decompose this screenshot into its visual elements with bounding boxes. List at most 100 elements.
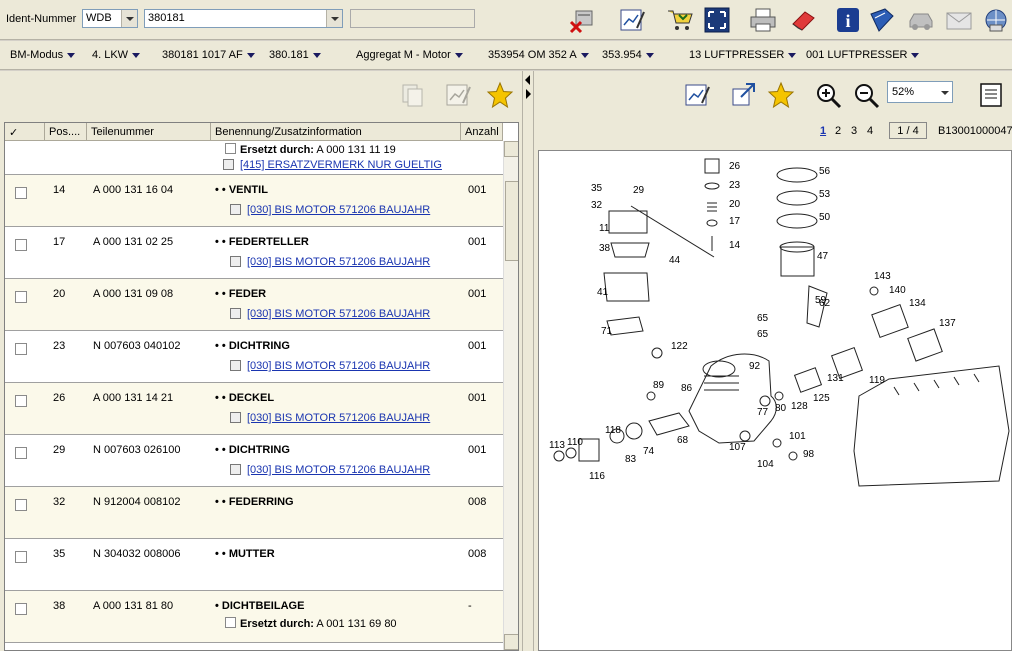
shopping-cart-icon[interactable] <box>665 6 695 34</box>
breadcrumb-vehicle-class[interactable]: 4. LKW <box>92 49 141 61</box>
breadcrumb-subgroup[interactable]: 001 LUFTPRESSER <box>806 49 920 61</box>
callout-label[interactable]: 35 <box>591 183 603 194</box>
ident-number-input[interactable]: 380181 <box>144 9 343 28</box>
table-row[interactable]: 17 A 000 131 02 25 • • FEDERTELLER 001 [030]… <box>5 227 503 279</box>
panel-splitter[interactable] <box>522 71 534 651</box>
callout-label[interactable]: 14 <box>729 240 741 251</box>
column-header-quantity[interactable]: Anzahl <box>461 123 503 141</box>
column-header-description[interactable]: Benennung/Zusatzinformation <box>211 123 461 141</box>
callout-label[interactable]: 77 <box>757 407 769 418</box>
callout-label[interactable]: 113 <box>549 440 565 451</box>
callout-label[interactable]: 26 <box>729 161 741 172</box>
callout-label[interactable]: 140 <box>889 285 906 296</box>
eraser-icon[interactable] <box>788 6 818 34</box>
callout-label[interactable]: 17 <box>729 216 741 227</box>
table-row[interactable]: 38 A 000 131 81 80 • DICHTBEILAGE - Ersetzt … <box>5 591 503 643</box>
row-checkbox[interactable] <box>15 603 27 615</box>
network-help-icon[interactable] <box>981 6 1011 34</box>
callout-label[interactable]: 71 <box>601 326 613 337</box>
callout-label[interactable]: 143 <box>874 271 891 282</box>
scroll-up-button[interactable] <box>504 141 518 157</box>
callout-label[interactable]: 23 <box>729 180 741 191</box>
breadcrumb-engine-type[interactable]: 353.954 <box>602 49 654 61</box>
breadcrumb-mode[interactable]: BM-Modus <box>10 49 76 61</box>
breadcrumb-model[interactable]: 380181 1017 AF <box>162 49 255 61</box>
table-row[interactable]: 20 A 000 131 09 08 • • FEDER 001 [030] BIS M… <box>5 279 503 331</box>
table-row[interactable]: 23 N 007603 040102 • • DICHTRING 001 [030] B… <box>5 331 503 383</box>
note-link[interactable]: [030] BIS MOTOR 571206 BAUJAHR <box>230 412 430 424</box>
table-row[interactable]: 29 N 007603 026100 • • DICHTRING 001 [030] B… <box>5 435 503 487</box>
printer-icon[interactable] <box>748 6 778 34</box>
mail-icon[interactable] <box>944 6 974 34</box>
callout-label[interactable]: 107 <box>729 442 746 453</box>
note-link[interactable]: [030] BIS MOTOR 571206 BAUJAHR <box>230 464 430 476</box>
exploded-parts-drawing[interactable]: 26 23 20 17 14 35 29 32 11 38 44 41 71 56 53 50 47 143 140… <box>538 150 1012 651</box>
info-icon[interactable]: i <box>833 6 863 34</box>
delete-print-icon[interactable] <box>568 6 598 34</box>
open-external-icon[interactable] <box>729 81 759 109</box>
callout-label[interactable]: 11 <box>599 223 610 234</box>
row-checkbox[interactable] <box>15 291 27 303</box>
row-checkbox[interactable] <box>15 551 27 563</box>
column-header-part-number[interactable]: Teilenummer <box>87 123 211 141</box>
breadcrumb-engine[interactable]: 353954 OM 352 A <box>488 49 589 61</box>
row-checkbox[interactable] <box>15 187 27 199</box>
favorite-star-icon[interactable] <box>766 81 796 109</box>
note-link[interactable]: [030] BIS MOTOR 571206 BAUJAHR <box>230 308 430 320</box>
callout-label[interactable]: 98 <box>803 449 815 460</box>
callout-label[interactable]: 131 <box>827 373 844 384</box>
note-link[interactable]: [030] BIS MOTOR 571206 BAUJAHR <box>230 256 430 268</box>
callout-label[interactable]: 38 <box>599 243 611 254</box>
page-link-3[interactable]: 3 <box>851 125 857 137</box>
callout-label[interactable]: 62 <box>819 298 831 309</box>
callout-label[interactable]: 104 <box>757 459 774 470</box>
callout-label[interactable]: 125 <box>813 393 830 404</box>
breadcrumb-type[interactable]: 380.181 <box>269 49 321 61</box>
chevron-down-icon[interactable] <box>941 91 949 95</box>
callout-label[interactable]: 118 <box>605 425 621 436</box>
callout-label[interactable]: 134 <box>909 298 926 309</box>
callout-label[interactable]: 68 <box>677 435 689 446</box>
manual-book-icon[interactable] <box>867 6 897 34</box>
callout-label[interactable]: 110 <box>567 437 583 448</box>
parts-scrollbar[interactable] <box>503 141 518 650</box>
callout-label[interactable]: 80 <box>775 403 787 414</box>
callout-label[interactable]: 128 <box>791 401 808 412</box>
zoom-out-icon[interactable] <box>852 81 882 109</box>
callout-label[interactable]: 56 <box>819 166 831 177</box>
row-checkbox[interactable] <box>15 239 27 251</box>
table-row[interactable]: 32 N 912004 008102 • • FEDERRING 008 <box>5 487 503 539</box>
callout-label[interactable]: 29 <box>633 185 645 196</box>
page-link-1[interactable]: 1 <box>820 125 826 137</box>
callout-label[interactable]: 47 <box>817 251 829 262</box>
fullscreen-icon[interactable] <box>702 6 732 34</box>
zoom-level-select[interactable]: 52% <box>887 81 953 103</box>
row-checkbox[interactable] <box>15 395 27 407</box>
column-header-position[interactable]: Pos.... <box>45 123 87 141</box>
scroll-thumb[interactable] <box>505 181 518 261</box>
breadcrumb-aggregate[interactable]: Aggregat M - Motor <box>356 49 463 61</box>
callout-label[interactable]: 83 <box>625 454 637 465</box>
chevron-down-icon[interactable] <box>326 10 342 27</box>
favorite-star-icon[interactable] <box>485 81 515 109</box>
callout-label[interactable]: 89 <box>653 380 665 391</box>
row-checkbox[interactable] <box>15 499 27 511</box>
callout-label[interactable]: 101 <box>789 431 806 442</box>
zoom-in-icon[interactable] <box>814 81 844 109</box>
callout-label[interactable]: 116 <box>589 471 605 482</box>
edit-chart-icon[interactable] <box>682 81 712 109</box>
vehicle-prefix-select[interactable]: WDB <box>82 9 138 28</box>
callout-label[interactable]: 65 <box>757 329 769 340</box>
edit-chart-icon[interactable] <box>443 81 473 109</box>
row-checkbox[interactable] <box>15 447 27 459</box>
document-list-icon[interactable] <box>976 81 1006 109</box>
table-row[interactable]: Ersetzt durch: A 000 131 11 19 [415] ERS… <box>5 141 503 175</box>
callout-label[interactable]: 41 <box>597 287 609 298</box>
callout-label[interactable]: 53 <box>819 189 831 200</box>
callout-label[interactable]: 137 <box>939 318 956 329</box>
callout-label[interactable]: 65 <box>757 313 769 324</box>
breadcrumb-group[interactable]: 13 LUFTPRESSER <box>689 49 797 61</box>
column-header-select[interactable]: ✓ <box>5 123 45 141</box>
table-row[interactable]: 14 A 000 131 16 04 • • VENTIL 001 [030] BIS … <box>5 175 503 227</box>
table-row[interactable]: 35 N 304032 008006 • • MUTTER 008 <box>5 539 503 591</box>
